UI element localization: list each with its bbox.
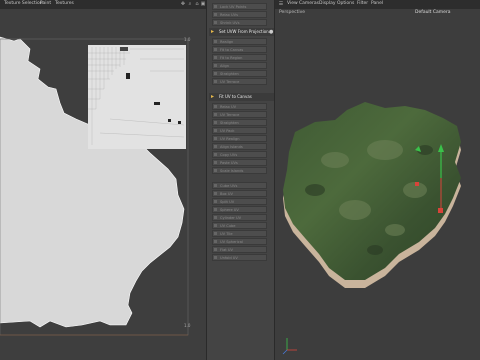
close-icon[interactable]: ● xyxy=(269,29,273,35)
uv-mark xyxy=(154,102,160,105)
arrow-right-icon: ▸ xyxy=(211,93,215,100)
uv-island-patch xyxy=(88,45,186,149)
uv-mark xyxy=(168,119,171,122)
cmd-button[interactable]: Realign xyxy=(212,38,267,45)
uv-mark xyxy=(120,47,128,51)
cmd-button[interactable]: Cylinder UV xyxy=(212,214,267,221)
cmd-button[interactable]: Split UV xyxy=(212,198,267,205)
cmd-button[interactable]: UV Pack xyxy=(212,127,267,134)
cmd-button[interactable]: Relax UVs xyxy=(212,11,267,18)
cmd-button[interactable]: Straighten xyxy=(212,119,267,126)
cmd-button[interactable]: Unfold UV xyxy=(212,254,267,261)
uv-canvas[interactable]: 1.0 1.0 xyxy=(0,9,206,360)
cmd-button[interactable]: Scale Islands xyxy=(212,167,267,174)
cmd-button[interactable]: Fit to Region xyxy=(212,54,267,61)
uv-corner-label-top: 1.0 xyxy=(184,37,191,42)
arrow-right-icon: ▸ xyxy=(211,28,215,35)
menu-paint[interactable]: Paint xyxy=(40,1,51,6)
cmd-header-camera[interactable]: ▸ Fit UV to Canvas xyxy=(209,93,274,101)
cmd-button[interactable]: UV Tile xyxy=(212,230,267,237)
cmd-button[interactable]: Paste UVs xyxy=(212,159,267,166)
uv-mark xyxy=(178,121,181,124)
cmd-header-projection[interactable]: ▸ Set UVW From Projection... xyxy=(209,28,274,36)
cmd-button[interactable]: Straighten xyxy=(212,70,267,77)
uv-editor-panel: Texture Selection Paint Textures ✥ ⌕ ⌂ ▣ xyxy=(0,0,206,360)
search-icon[interactable]: ⌕ xyxy=(187,1,193,7)
axis-z xyxy=(282,349,288,355)
menu-texture-selection[interactable]: Texture Selection xyxy=(4,1,43,6)
cmd-button[interactable]: UV Terrace xyxy=(212,111,267,118)
cmd-button[interactable]: Cube UVs xyxy=(212,182,267,189)
menu-textures[interactable]: Textures xyxy=(55,1,74,6)
3d-viewport[interactable]: ☰ View Cameras Display Options Filter Pa… xyxy=(275,0,480,360)
cmd-button[interactable]: Flat UV xyxy=(212,246,267,253)
cmd-button[interactable]: Fit to Canvas xyxy=(212,46,267,53)
cmd-button[interactable]: UV Cube xyxy=(212,222,267,229)
gizmo-x-handle xyxy=(438,208,443,213)
cmd-button[interactable]: Relax UV xyxy=(212,103,267,110)
uv-corner-label-bottom: 1.0 xyxy=(184,323,191,328)
cmd-button[interactable]: UV Terrace xyxy=(212,78,267,85)
cmd-button[interactable]: Align Islands xyxy=(212,143,267,150)
cmd-header-label: Fit UV to Canvas xyxy=(219,94,252,99)
cmd-header-label: Set UVW From Projection... xyxy=(219,29,273,34)
cmd-button[interactable]: UV Spherical xyxy=(212,238,267,245)
uv-grid xyxy=(0,36,189,336)
cmd-button[interactable]: Copy UVs xyxy=(212,151,267,158)
uv-editor-menubar: Texture Selection Paint Textures ✥ ⌕ ⌂ ▣ xyxy=(0,0,206,9)
cmd-button[interactable]: Box UV xyxy=(212,190,267,197)
uv-commands-panel: Lock UV Points Relax UVs Shrink UVs ▸ Se… xyxy=(206,0,275,360)
uv-mark xyxy=(126,73,130,79)
cmd-button[interactable]: Sphere UV xyxy=(212,206,267,213)
cmd-button[interactable]: Lock UV Points xyxy=(212,3,267,10)
cmd-button[interactable]: Shrink UVs xyxy=(212,19,267,26)
cmd-button[interactable]: Align xyxy=(212,62,267,69)
cmd-button[interactable]: UV Realign xyxy=(212,135,267,142)
viewport-scene xyxy=(282,102,461,355)
move-icon[interactable]: ✥ xyxy=(180,1,186,7)
